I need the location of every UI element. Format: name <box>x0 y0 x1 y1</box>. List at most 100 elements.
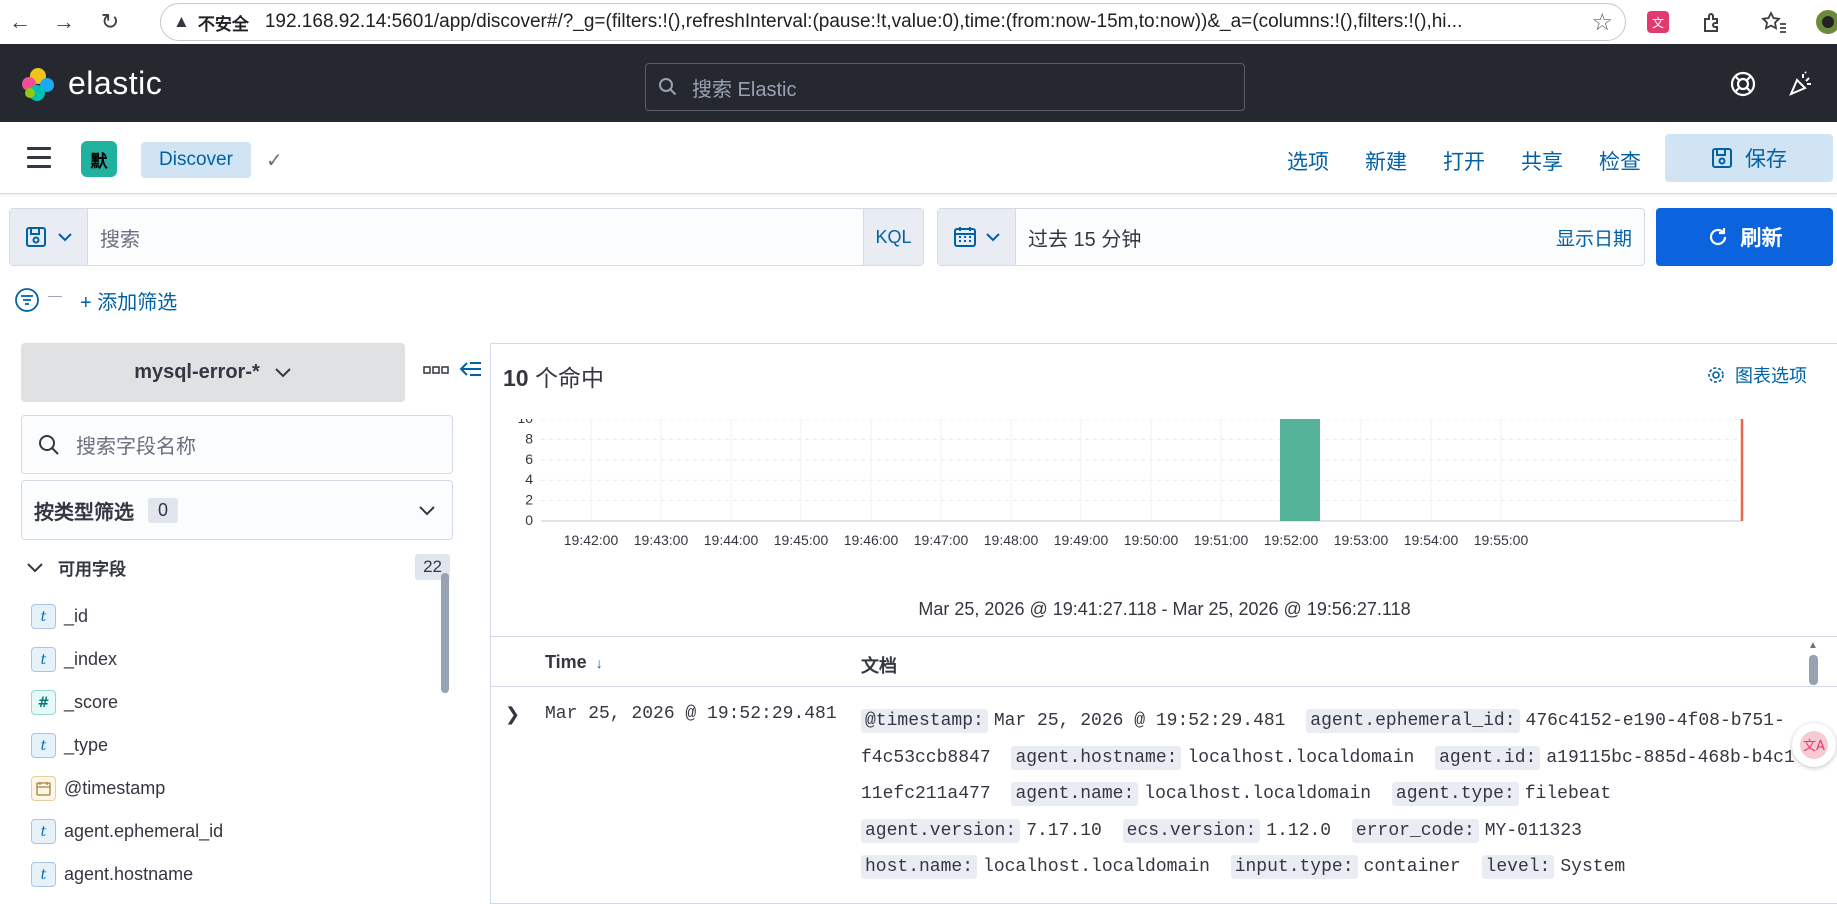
doc-field-value: 1.12.0 <box>1266 820 1332 841</box>
doc-field-key: agent.type: <box>1391 782 1519 806</box>
histogram-bar <box>1280 419 1320 521</box>
extensions-puzzle-icon[interactable] <box>1696 6 1728 38</box>
string-type-icon: t <box>31 733 56 758</box>
refresh-button[interactable]: 刷新 <box>1656 208 1833 266</box>
saved-query-button[interactable] <box>10 209 88 265</box>
newsfeed-icon[interactable] <box>1786 69 1816 99</box>
x-tick-label: 19:47:00 <box>914 532 969 548</box>
row-timestamp: Mar 25, 2026 @ 19:52:29.481 <box>545 704 837 724</box>
field-list: t _id t _index # _score t _type @timesta… <box>31 595 431 896</box>
profile-avatar[interactable] <box>1812 6 1837 38</box>
save-button[interactable]: 保存 <box>1665 134 1833 182</box>
address-bar[interactable]: ▲ 不安全 192.168.92.14:5601/app/discover#/?… <box>160 3 1626 41</box>
string-type-icon: t <box>31 647 56 672</box>
query-input[interactable]: 搜索 <box>88 209 863 265</box>
logo-text: elastic <box>68 65 163 101</box>
x-tick-label: 19:44:00 <box>704 532 759 548</box>
forward-icon[interactable]: → <box>48 6 80 38</box>
index-pattern-selector[interactable]: mysql-error-* <box>21 343 405 402</box>
date-type-icon <box>31 776 56 801</box>
browser-toolbar: ← → ↻ ▲ 不安全 192.168.92.14:5601/app/disco… <box>0 0 1837 44</box>
field-item[interactable]: t agent.ephemeral_id <box>31 810 431 853</box>
svg-text:文A: 文A <box>1803 739 1825 754</box>
time-range-label: Mar 25, 2026 @ 19:41:27.118 - Mar 25, 20… <box>918 599 1411 619</box>
refresh-icon <box>1709 228 1726 246</box>
y-tick-label: 6 <box>525 451 533 467</box>
field-item[interactable]: @timestamp <box>31 767 431 810</box>
results-scrollbar[interactable] <box>1809 655 1818 685</box>
open-link[interactable]: 打开 <box>1443 146 1485 176</box>
doc-field-key: host.name: <box>861 855 978 879</box>
breadcrumb-discover[interactable]: Discover <box>141 142 251 178</box>
field-search-placeholder: 搜索字段名称 <box>76 436 196 458</box>
filter-icon[interactable] <box>14 287 40 313</box>
new-link[interactable]: 新建 <box>1365 146 1407 176</box>
calendar-icon <box>953 227 976 247</box>
share-link[interactable]: 共享 <box>1521 146 1563 176</box>
field-item[interactable]: t _index <box>31 638 431 681</box>
field-search-input[interactable]: 搜索字段名称 <box>21 415 453 474</box>
translate-float-icon[interactable]: 文A <box>1792 723 1836 767</box>
available-fields-label: 可用字段 <box>58 559 126 579</box>
check-icon: ✓ <box>266 150 283 172</box>
refresh-label: 刷新 <box>1740 227 1783 250</box>
elastic-logo[interactable]: elastic <box>20 65 162 102</box>
global-search-placeholder: 搜索 Elastic <box>692 78 797 101</box>
quick-menu-button[interactable] <box>938 209 1016 265</box>
doc-field-key: level: <box>1481 855 1555 879</box>
more-options-icon[interactable] <box>423 362 449 380</box>
hits-count: 10 <box>503 365 529 391</box>
doc-field-key: input.type: <box>1230 855 1358 879</box>
column-header-time[interactable]: Time ↓ <box>545 652 603 673</box>
back-icon[interactable]: ← <box>4 6 36 38</box>
field-name: agent.ephemeral_id <box>64 821 224 841</box>
show-dates-link[interactable]: 显示日期 <box>1556 209 1644 265</box>
x-tick-label: 19:55:00 <box>1474 532 1529 548</box>
field-item[interactable]: t _type <box>31 724 431 767</box>
url-text[interactable]: 192.168.92.14:5601/app/discover#/?_g=(fi… <box>265 11 1575 33</box>
y-tick-label: 2 <box>525 492 533 508</box>
x-tick-label: 19:43:00 <box>634 532 689 548</box>
type-filter-dropdown[interactable]: 按类型筛选 0 <box>21 480 453 540</box>
search-icon <box>39 434 59 455</box>
filter-separator: — <box>48 287 62 303</box>
help-icon[interactable] <box>1728 69 1758 99</box>
search-icon <box>659 78 677 96</box>
chart-options-button[interactable]: 图表选项 <box>1707 362 1807 388</box>
menu-icon[interactable] <box>27 147 51 168</box>
doc-field-value: 7.17.10 <box>1026 820 1102 841</box>
string-type-icon: t <box>31 862 56 887</box>
save-icon <box>1712 148 1732 168</box>
available-fields-header[interactable]: 可用字段 22 <box>26 552 450 582</box>
add-filter-button[interactable]: + 添加筛选 <box>80 286 177 315</box>
scroll-up-icon[interactable]: ▲ <box>1808 640 1818 651</box>
doc-field-key: agent.name: <box>1011 782 1139 806</box>
collapse-sidebar-icon[interactable] <box>458 359 482 385</box>
expand-row-icon[interactable]: ❯ <box>505 704 520 725</box>
doc-field-key: error_code: <box>1351 818 1479 843</box>
date-picker: 过去 15 分钟 显示日期 <box>937 208 1645 266</box>
field-item[interactable]: # _score <box>31 681 431 724</box>
chevron-down-icon <box>985 233 1000 242</box>
doc-field-value: filebeat <box>1524 784 1612 804</box>
reload-icon[interactable]: ↻ <box>94 6 126 38</box>
x-tick-label: 19:51:00 <box>1194 532 1249 548</box>
saved-query-icon <box>25 227 46 247</box>
favorites-icon[interactable] <box>1758 6 1790 38</box>
sidebar-scrollbar[interactable] <box>441 573 449 693</box>
options-link[interactable]: 选项 <box>1287 146 1329 176</box>
inspect-link[interactable]: 检查 <box>1599 146 1641 176</box>
global-search-input[interactable]: 搜索 Elastic <box>645 63 1245 111</box>
string-type-icon: t <box>31 604 56 629</box>
field-item[interactable]: t agent.hostname <box>31 853 431 896</box>
date-range-text[interactable]: 过去 15 分钟 <box>1016 209 1556 265</box>
svg-text:文: 文 <box>1652 15 1664 30</box>
space-avatar[interactable]: 默 <box>81 141 117 177</box>
kql-language-button[interactable]: KQL <box>863 209 923 265</box>
translate-extension-icon[interactable]: 文 <box>1642 6 1674 38</box>
sort-down-icon[interactable]: ↓ <box>596 655 603 671</box>
bookmark-star-icon[interactable]: ☆ <box>1591 8 1613 37</box>
field-item[interactable]: t _id <box>31 595 431 638</box>
document-cell: @timestamp: Mar 25, 2026 @ 19:52:29.481 a… <box>861 703 1821 886</box>
doc-field-key: agent.hostname: <box>1011 745 1182 770</box>
